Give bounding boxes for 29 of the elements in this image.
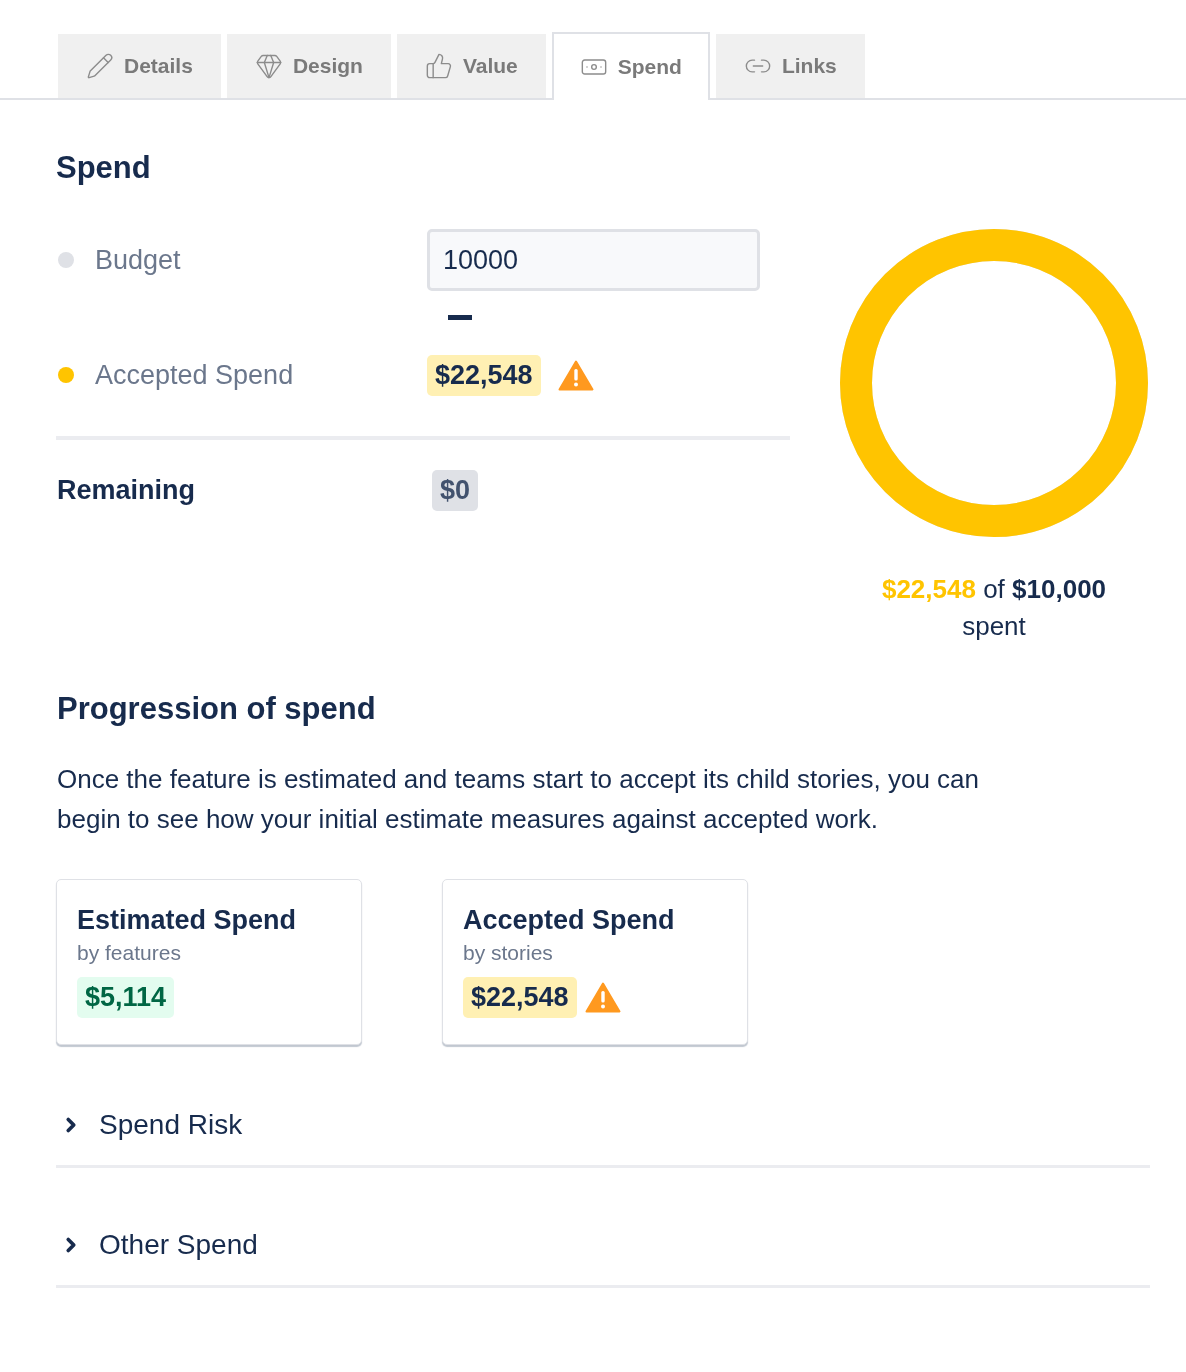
- description-text: Once the feature is estimated and teams start to accept its child stories, you can begin to see how your initial estimate measures against accepted work.: [56, 763, 980, 836]
- tab[interactable]: Design: [226, 34, 391, 98]
- minus-icon: [448, 315, 472, 320]
- card-title: Estimated Spend: [77, 904, 298, 937]
- spend-caption: $22,548 of $10,000 spent: [881, 573, 1107, 643]
- section-heading: Progression of spend: [56, 690, 377, 728]
- diamond-icon: [254, 52, 283, 80]
- card-subtitle: by features: [77, 940, 182, 966]
- warning-icon: [584, 982, 621, 1013]
- card-title: Accepted Spend: [463, 904, 676, 937]
- card-subtitle: by stories: [463, 940, 554, 966]
- thumbs-up-icon: [424, 52, 453, 80]
- warning-icon: [557, 359, 594, 391]
- budget-input[interactable]: 10000: [427, 229, 760, 291]
- remaining-badge: $0: [432, 470, 479, 511]
- amount-badge: $22,548: [463, 977, 577, 1018]
- legend-label: Budget: [95, 243, 181, 277]
- tab[interactable]: Details: [58, 34, 221, 98]
- amount-badge: $22,548: [427, 354, 541, 396]
- tab[interactable]: Value: [396, 34, 546, 98]
- section-heading: Spend: [56, 149, 152, 187]
- amount-badge: $5,114: [77, 977, 175, 1018]
- remaining-label: Remaining: [57, 475, 196, 506]
- collapsible-section-header[interactable]: Other Spend: [56, 1205, 1150, 1285]
- tab[interactable]: Spend: [551, 32, 710, 100]
- legend-label: Accepted Spend: [95, 358, 294, 392]
- collapsible-section-header[interactable]: Spend Risk: [56, 1085, 1150, 1165]
- tab[interactable]: Links: [715, 34, 865, 98]
- pencil-icon: [86, 52, 114, 80]
